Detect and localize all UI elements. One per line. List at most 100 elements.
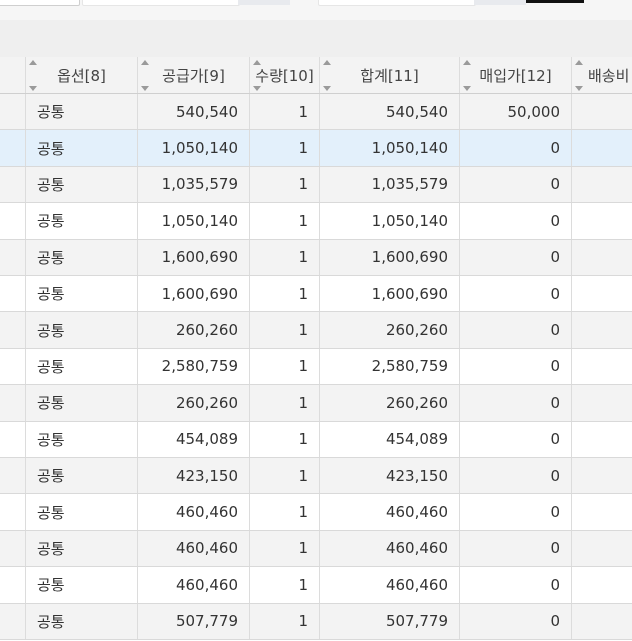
cell-purchase-price[interactable]: 0 [460, 567, 572, 603]
table-row[interactable]: 공통 1,050,140 1 1,050,140 0 [0, 130, 632, 167]
cell-supply-price[interactable]: 2,580,759 [138, 348, 250, 385]
filter-button-3[interactable] [474, 0, 526, 5]
header-quantity[interactable]: 수량[10] [250, 57, 320, 93]
table-row[interactable]: 공통 1,600,690 1 1,600,690 0 [0, 276, 632, 313]
cell-supply-price[interactable]: 1,050,140 [138, 130, 250, 166]
filter-input-3[interactable] [318, 0, 476, 6]
cell-purchase-price[interactable]: 0 [460, 312, 572, 348]
header-purchase-price[interactable]: 매입가[12] [460, 57, 572, 93]
cell-total[interactable]: 1,600,690 [320, 239, 460, 275]
cell-shipping[interactable] [572, 203, 632, 238]
table-row[interactable]: 공통 260,260 1 260,260 0 [0, 385, 632, 422]
cell-purchase-price[interactable]: 50,000 [460, 94, 572, 130]
cell-purchase-price[interactable]: 0 [460, 385, 572, 421]
cell-option[interactable]: 공통 [26, 494, 138, 530]
cell-shipping[interactable] [572, 494, 632, 529]
table-row[interactable]: 공통 2,580,759 1 2,580,759 0 [0, 348, 632, 386]
cell-option[interactable]: 공통 [26, 166, 138, 203]
cell-option[interactable]: 공통 [26, 94, 138, 130]
cell-quantity[interactable]: 1 [250, 166, 320, 203]
cell-purchase-price[interactable]: 0 [460, 494, 572, 530]
table-row[interactable]: 공통 423,150 1 423,150 0 [0, 458, 632, 495]
cell-purchase-price[interactable]: 0 [460, 276, 572, 312]
cell-shipping[interactable] [572, 167, 632, 202]
filter-input-1[interactable] [0, 0, 80, 6]
table-row[interactable]: 공통 460,460 1 460,460 0 [0, 567, 632, 604]
cell-option[interactable]: 공통 [26, 421, 138, 457]
header-supply-price[interactable]: 공급가[9] [138, 57, 250, 93]
cell-total[interactable]: 1,050,140 [320, 130, 460, 166]
cell-total[interactable]: 460,460 [320, 494, 460, 530]
cell-option[interactable]: 공통 [26, 385, 138, 421]
table-row[interactable]: 공통 1,600,690 1 1,600,690 0 [0, 239, 632, 276]
cell-shipping[interactable] [572, 312, 632, 347]
cell-shipping[interactable] [572, 531, 632, 566]
cell-supply-price[interactable]: 507,779 [138, 603, 250, 639]
table-row[interactable]: 공통 1,050,140 1 1,050,140 0 [0, 203, 632, 240]
cell-total[interactable]: 260,260 [320, 312, 460, 348]
cell-purchase-price[interactable]: 0 [460, 421, 572, 457]
cell-quantity[interactable]: 1 [250, 130, 320, 166]
cell-shipping[interactable] [572, 94, 632, 129]
table-row[interactable]: 공통 460,460 1 460,460 0 [0, 530, 632, 568]
cell-quantity[interactable]: 1 [250, 603, 320, 639]
cell-purchase-price[interactable]: 0 [460, 603, 572, 639]
cell-supply-price[interactable]: 260,260 [138, 312, 250, 348]
cell-quantity[interactable]: 1 [250, 276, 320, 312]
table-row[interactable]: 공통 507,779 1 507,779 0 [0, 603, 632, 640]
search-button[interactable] [526, 0, 584, 3]
cell-quantity[interactable]: 1 [250, 530, 320, 567]
cell-total[interactable]: 454,089 [320, 421, 460, 457]
cell-supply-price[interactable]: 454,089 [138, 421, 250, 457]
cell-option[interactable]: 공통 [26, 348, 138, 385]
cell-total[interactable]: 423,150 [320, 458, 460, 494]
cell-total[interactable]: 540,540 [320, 94, 460, 130]
cell-purchase-price[interactable]: 0 [460, 166, 572, 203]
cell-quantity[interactable]: 1 [250, 458, 320, 494]
cell-option[interactable]: 공통 [26, 458, 138, 494]
cell-purchase-price[interactable]: 0 [460, 239, 572, 275]
cell-total[interactable]: 260,260 [320, 385, 460, 421]
cell-shipping[interactable] [572, 240, 632, 275]
cell-shipping[interactable] [572, 458, 632, 493]
table-row[interactable]: 공통 540,540 1 540,540 50,000 [0, 94, 632, 131]
cell-option[interactable]: 공통 [26, 130, 138, 166]
cell-supply-price[interactable]: 1,600,690 [138, 239, 250, 275]
cell-supply-price[interactable]: 1,035,579 [138, 166, 250, 203]
cell-shipping[interactable] [572, 130, 632, 165]
cell-total[interactable]: 1,035,579 [320, 166, 460, 203]
cell-purchase-price[interactable]: 0 [460, 203, 572, 239]
cell-supply-price[interactable]: 1,050,140 [138, 203, 250, 239]
header-option[interactable]: 옵션[8] [26, 57, 138, 93]
cell-option[interactable]: 공통 [26, 312, 138, 348]
cell-quantity[interactable]: 1 [250, 312, 320, 348]
cell-quantity[interactable]: 1 [250, 203, 320, 239]
header-total[interactable]: 합계[11] [320, 57, 460, 93]
cell-option[interactable]: 공통 [26, 203, 138, 239]
cell-quantity[interactable]: 1 [250, 94, 320, 130]
cell-shipping[interactable] [572, 349, 632, 384]
cell-total[interactable]: 460,460 [320, 530, 460, 567]
cell-shipping[interactable] [572, 604, 632, 639]
cell-shipping[interactable] [572, 276, 632, 311]
cell-total[interactable]: 507,779 [320, 603, 460, 639]
cell-option[interactable]: 공통 [26, 276, 138, 312]
cell-purchase-price[interactable]: 0 [460, 348, 572, 385]
cell-quantity[interactable]: 1 [250, 567, 320, 603]
cell-supply-price[interactable]: 460,460 [138, 567, 250, 603]
cell-total[interactable]: 460,460 [320, 567, 460, 603]
cell-total[interactable]: 1,050,140 [320, 203, 460, 239]
cell-shipping[interactable] [572, 385, 632, 420]
cell-supply-price[interactable]: 460,460 [138, 494, 250, 530]
table-row[interactable]: 공통 460,460 1 460,460 0 [0, 494, 632, 531]
cell-purchase-price[interactable]: 0 [460, 458, 572, 494]
cell-option[interactable]: 공통 [26, 239, 138, 275]
filter-button-2[interactable] [238, 0, 290, 5]
cell-purchase-price[interactable]: 0 [460, 130, 572, 166]
cell-shipping[interactable] [572, 422, 632, 457]
cell-quantity[interactable]: 1 [250, 239, 320, 275]
filter-input-2[interactable] [82, 0, 240, 6]
cell-quantity[interactable]: 1 [250, 385, 320, 421]
cell-quantity[interactable]: 1 [250, 494, 320, 530]
cell-shipping[interactable] [572, 567, 632, 602]
